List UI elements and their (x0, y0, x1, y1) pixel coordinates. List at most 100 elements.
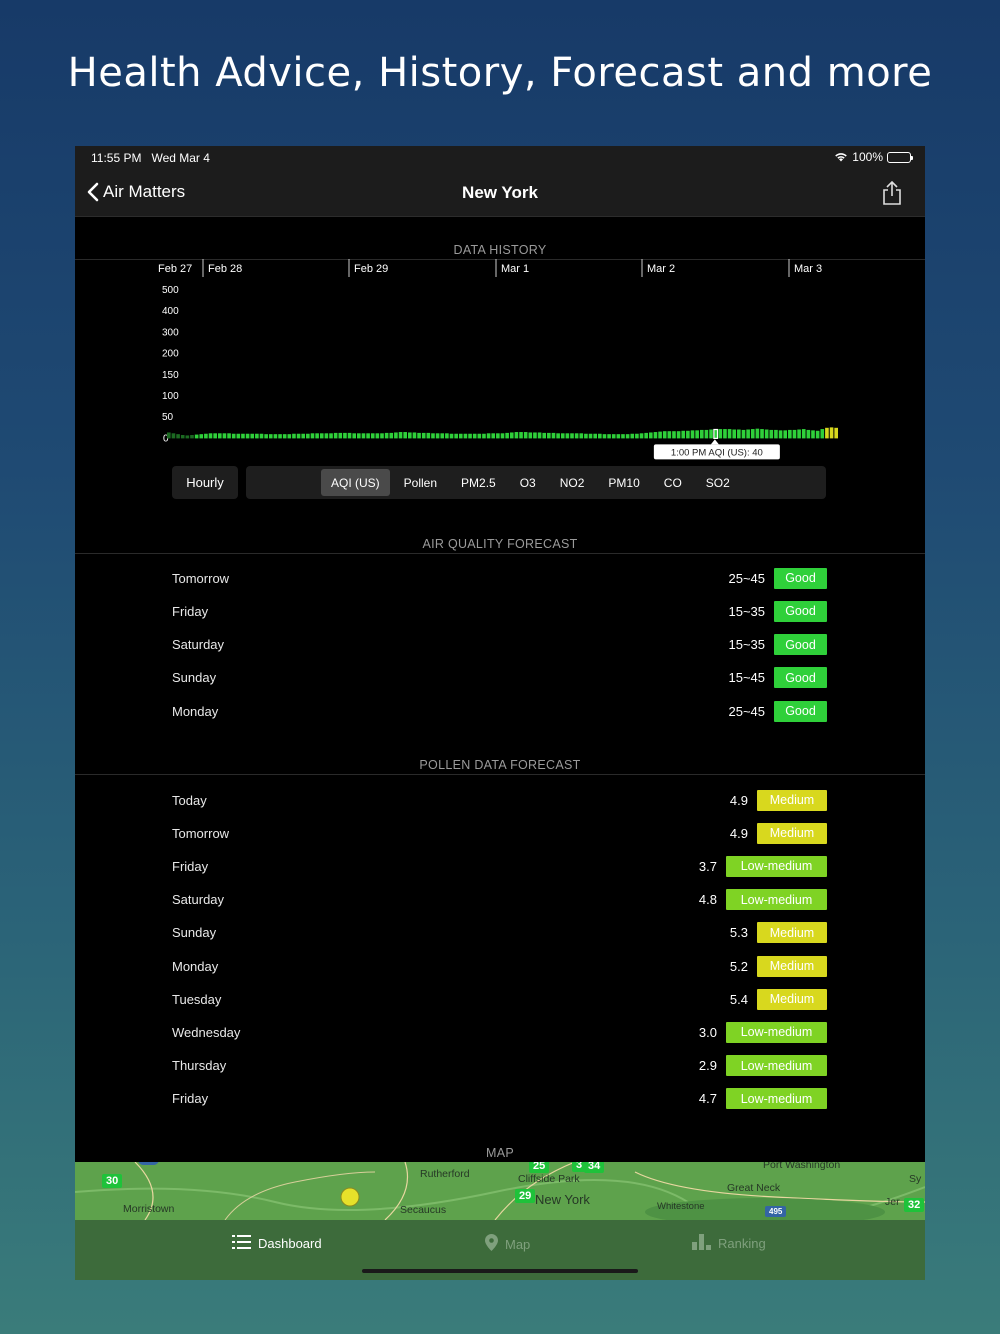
history-bar[interactable] (598, 433, 602, 439)
history-bar[interactable] (616, 434, 621, 439)
history-bar[interactable] (806, 429, 811, 439)
history-bar[interactable] (343, 432, 347, 439)
history-bar[interactable] (509, 432, 514, 439)
history-bar[interactable] (514, 432, 519, 439)
history-bar[interactable] (227, 433, 231, 439)
history-bar[interactable] (208, 433, 213, 439)
history-bar[interactable] (292, 433, 296, 439)
history-bar[interactable] (533, 432, 537, 439)
pollutant-tab[interactable]: O3 (510, 469, 546, 496)
history-bar[interactable] (537, 432, 542, 439)
history-bar[interactable] (681, 430, 686, 439)
history-bar[interactable] (445, 433, 449, 439)
history-bar[interactable] (458, 433, 463, 439)
history-bar[interactable] (403, 432, 407, 439)
history-bar[interactable] (255, 433, 259, 439)
history-bar[interactable] (635, 433, 639, 439)
map-preview[interactable]: Rutherford Cliffside Park New York Port … (75, 1162, 925, 1220)
history-bar[interactable] (611, 434, 616, 439)
history-bar[interactable] (190, 435, 194, 439)
map-aqi-marker[interactable]: 32 (904, 1198, 925, 1212)
history-bar[interactable] (593, 433, 597, 439)
history-bar[interactable] (315, 433, 319, 439)
history-bar[interactable] (639, 433, 644, 439)
history-bar[interactable] (505, 432, 509, 439)
history-bar[interactable] (774, 429, 778, 439)
history-bar[interactable] (760, 429, 764, 439)
share-icon[interactable] (881, 180, 903, 206)
history-bar[interactable] (825, 427, 829, 439)
history-bar[interactable] (496, 433, 500, 439)
history-bar[interactable] (801, 429, 806, 439)
history-bar[interactable] (352, 433, 357, 439)
history-bar[interactable] (523, 432, 528, 439)
history-bar[interactable] (658, 431, 662, 439)
pollutant-tab[interactable]: AQI (US) (321, 469, 390, 496)
history-bar[interactable] (431, 433, 435, 439)
history-bar[interactable] (672, 431, 676, 439)
history-bar[interactable] (426, 432, 431, 439)
history-bar[interactable] (370, 433, 375, 439)
history-bar[interactable] (737, 429, 741, 439)
map-aqi-marker[interactable]: 25 (529, 1162, 550, 1173)
history-bar[interactable] (662, 431, 667, 439)
history-bar[interactable] (296, 433, 301, 439)
history-bar[interactable] (579, 433, 584, 439)
history-bar[interactable] (468, 433, 472, 439)
history-bar[interactable] (278, 434, 282, 439)
history-bar[interactable] (542, 432, 547, 439)
history-bar[interactable] (477, 433, 482, 439)
history-bar[interactable] (176, 434, 180, 439)
history-bar[interactable] (834, 427, 838, 439)
history-bar[interactable] (584, 433, 588, 439)
history-bar[interactable] (394, 432, 398, 439)
history-bar[interactable] (574, 433, 579, 439)
pollutant-tab[interactable]: Pollen (394, 469, 447, 496)
history-bar[interactable] (755, 428, 760, 439)
history-bar[interactable] (570, 433, 574, 439)
history-bar[interactable] (287, 434, 292, 439)
history-bar[interactable] (741, 429, 746, 439)
history-bar[interactable] (366, 433, 370, 439)
history-bar[interactable] (329, 433, 333, 439)
history-bar[interactable] (815, 430, 820, 439)
history-bar[interactable] (648, 432, 653, 439)
history-bar[interactable] (482, 433, 486, 439)
history-bar[interactable] (630, 433, 635, 439)
history-bar[interactable] (268, 434, 273, 439)
history-bar[interactable] (528, 432, 533, 439)
history-bar[interactable] (231, 433, 236, 439)
history-bar[interactable] (551, 432, 556, 439)
hourly-button[interactable]: Hourly (172, 466, 238, 499)
history-bar[interactable] (199, 434, 204, 439)
history-bar[interactable] (491, 433, 496, 439)
history-bar[interactable] (602, 434, 607, 439)
pollutant-tab[interactable]: CO (654, 469, 692, 496)
history-bar[interactable] (732, 429, 737, 439)
history-bar[interactable] (625, 434, 630, 439)
history-bar[interactable] (306, 433, 310, 439)
tab-ranking[interactable]: Ranking (692, 1234, 766, 1253)
map-aqi-marker[interactable]: 34 (584, 1162, 605, 1173)
history-bar[interactable] (811, 430, 815, 439)
history-bar[interactable] (333, 432, 338, 439)
map-aqi-marker[interactable]: 29 (515, 1189, 536, 1203)
history-bar[interactable] (718, 429, 723, 439)
history-bar[interactable] (222, 433, 227, 439)
history-bar[interactable] (204, 433, 208, 439)
history-bar[interactable] (797, 429, 801, 439)
history-bar[interactable] (500, 433, 505, 439)
history-bar[interactable] (704, 429, 709, 439)
history-bar[interactable] (588, 433, 593, 439)
history-bar[interactable] (769, 429, 774, 439)
history-bar[interactable] (273, 434, 278, 439)
history-bar[interactable] (454, 433, 458, 439)
history-bar[interactable] (407, 432, 412, 439)
history-bar[interactable] (820, 429, 825, 439)
history-bar[interactable] (449, 433, 454, 439)
pollutant-tab[interactable]: SO2 (696, 469, 740, 496)
pollutant-tab[interactable]: PM2.5 (451, 469, 506, 496)
history-bar[interactable] (435, 433, 440, 439)
history-bar[interactable] (746, 429, 750, 439)
history-bar[interactable] (690, 430, 695, 439)
